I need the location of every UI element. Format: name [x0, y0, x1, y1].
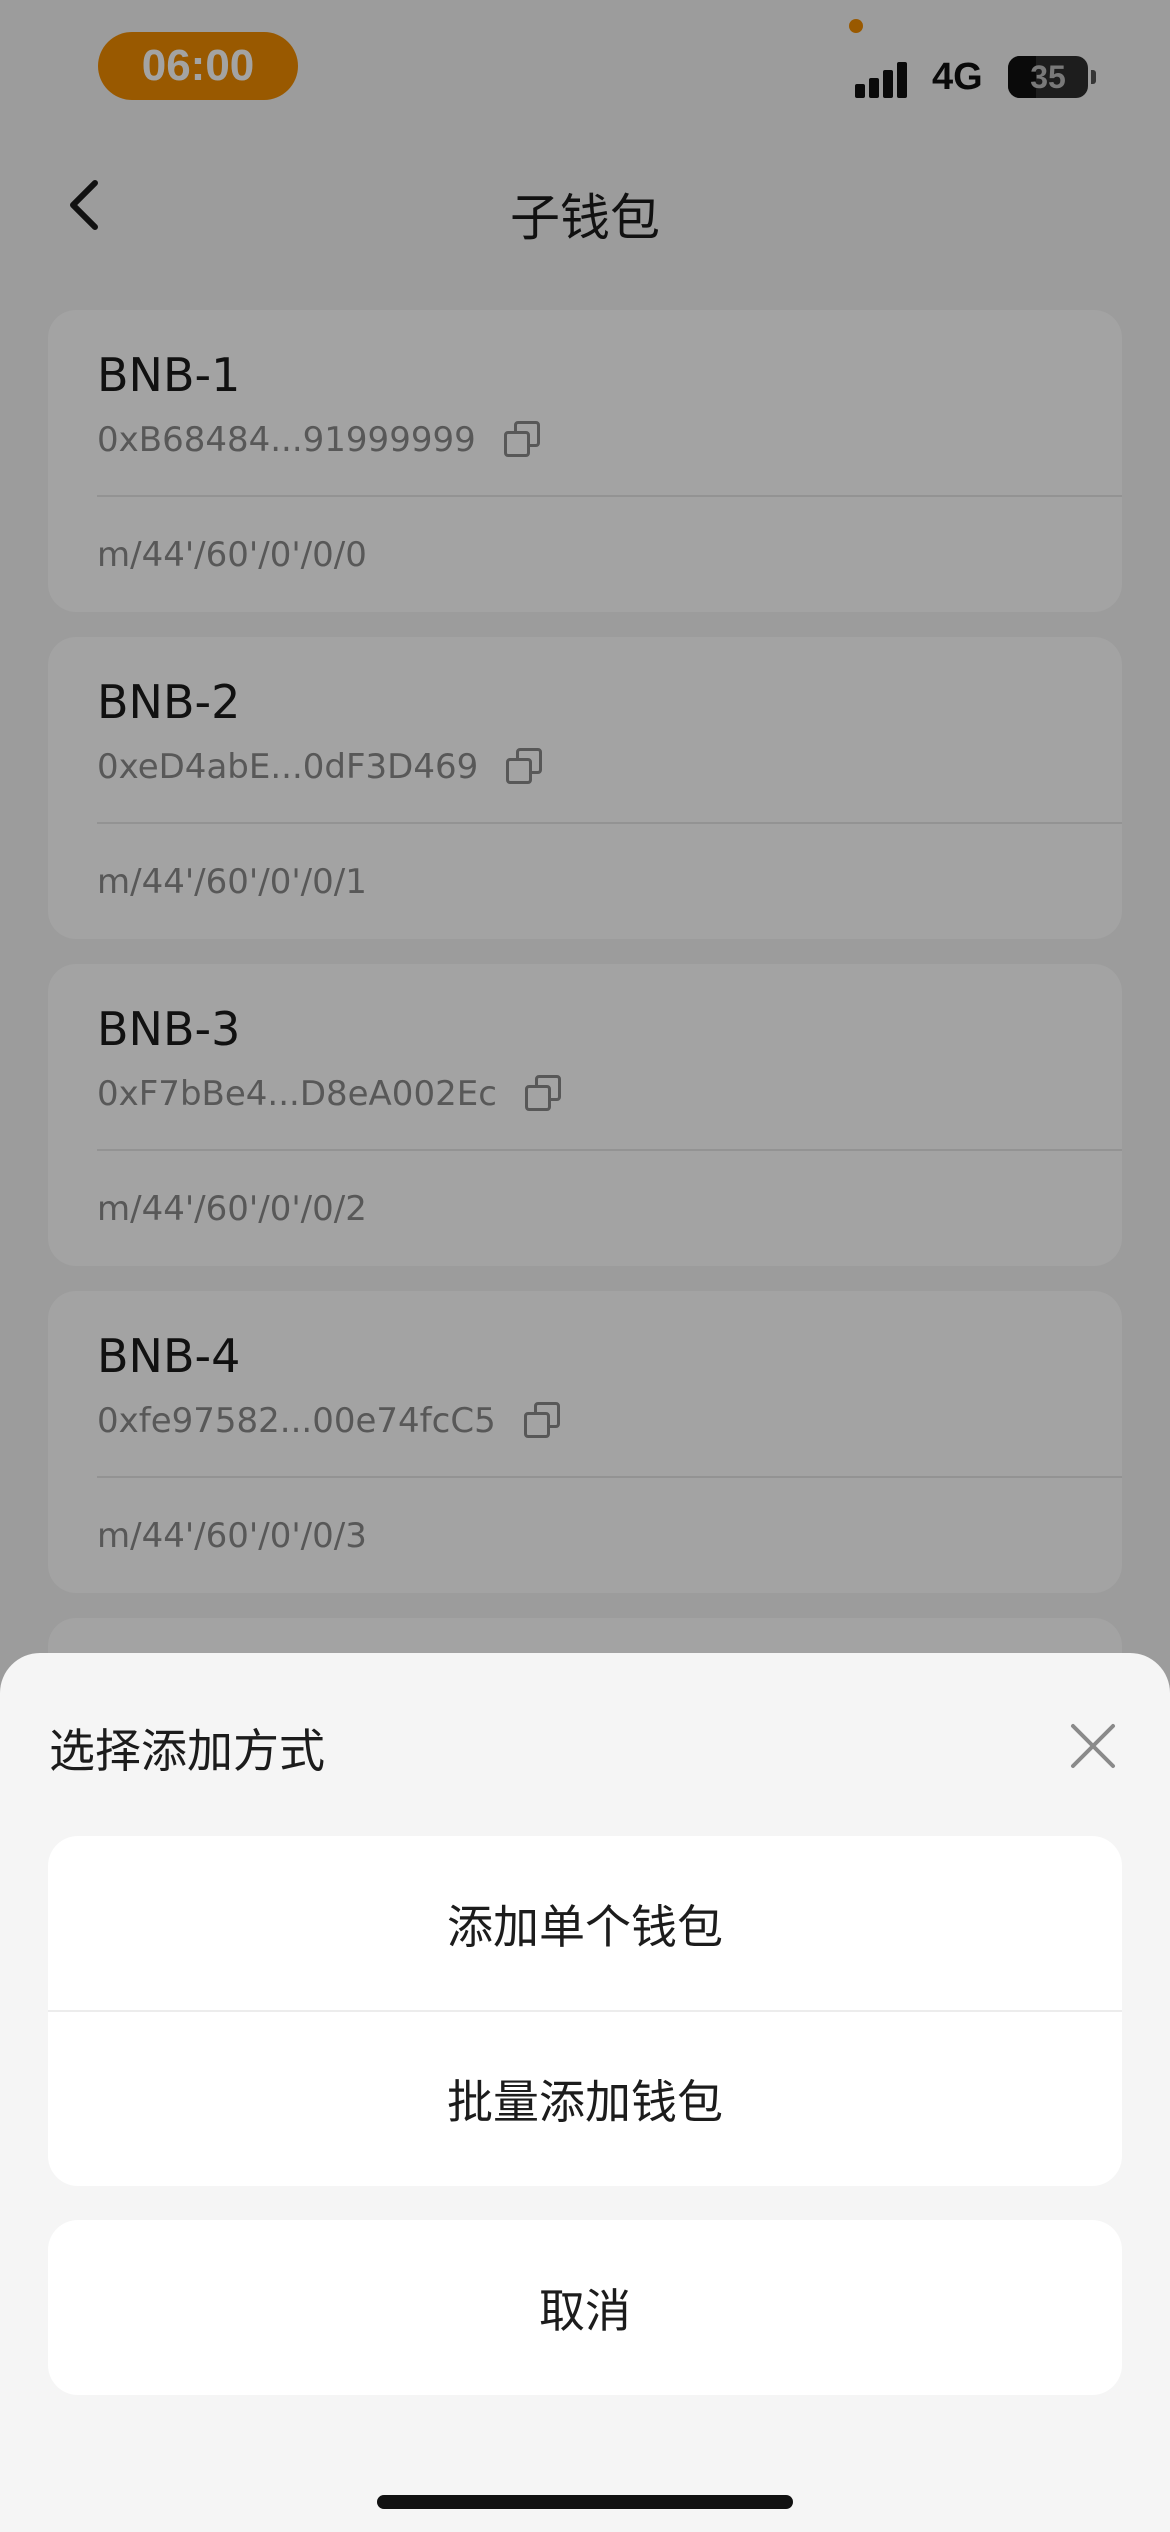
batch-add-wallet-button[interactable]: 批量添加钱包	[48, 2011, 1122, 2186]
close-button[interactable]	[1060, 1713, 1126, 1779]
sheet-title: 选择添加方式	[49, 1724, 325, 1778]
option-divider	[48, 2010, 1122, 2012]
add-options-group: 添加单个钱包 批量添加钱包	[48, 1836, 1122, 2186]
add-method-sheet: 选择添加方式 添加单个钱包 批量添加钱包 取消	[0, 1653, 1170, 2532]
cancel-button[interactable]: 取消	[48, 2220, 1122, 2395]
close-icon	[1071, 1724, 1115, 1768]
add-single-wallet-button[interactable]: 添加单个钱包	[48, 1836, 1122, 2011]
home-indicator	[377, 2495, 793, 2509]
